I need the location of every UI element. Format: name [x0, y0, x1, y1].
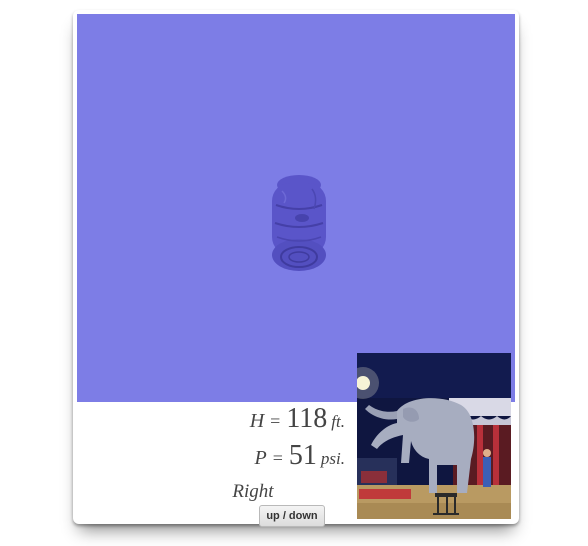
height-unit: ft. [331, 412, 345, 431]
up-down-toggle-button[interactable]: up / down [259, 505, 325, 527]
circus-elephant-photo [357, 353, 511, 519]
height-readout: H = 118 ft. [250, 403, 345, 435]
scene-viewport[interactable] [77, 14, 515, 402]
pressure-readout: P = 51 psi. [255, 440, 345, 472]
barrel-object [272, 175, 326, 271]
simulation-card: H = 118 ft. P = 51 psi. Right up / down [73, 10, 519, 527]
pressure-unit: psi. [320, 449, 345, 468]
height-value: 118 [286, 403, 328, 434]
height-symbol: H [249, 410, 265, 432]
readout-panel: H = 118 ft. P = 51 psi. Right up / down [77, 402, 356, 527]
pressure-equals: = [272, 448, 283, 468]
pressure-value: 51 [288, 440, 317, 471]
pressure-symbol: P [254, 447, 267, 469]
direction-label: Right [232, 481, 274, 502]
height-equals: = [270, 411, 281, 431]
